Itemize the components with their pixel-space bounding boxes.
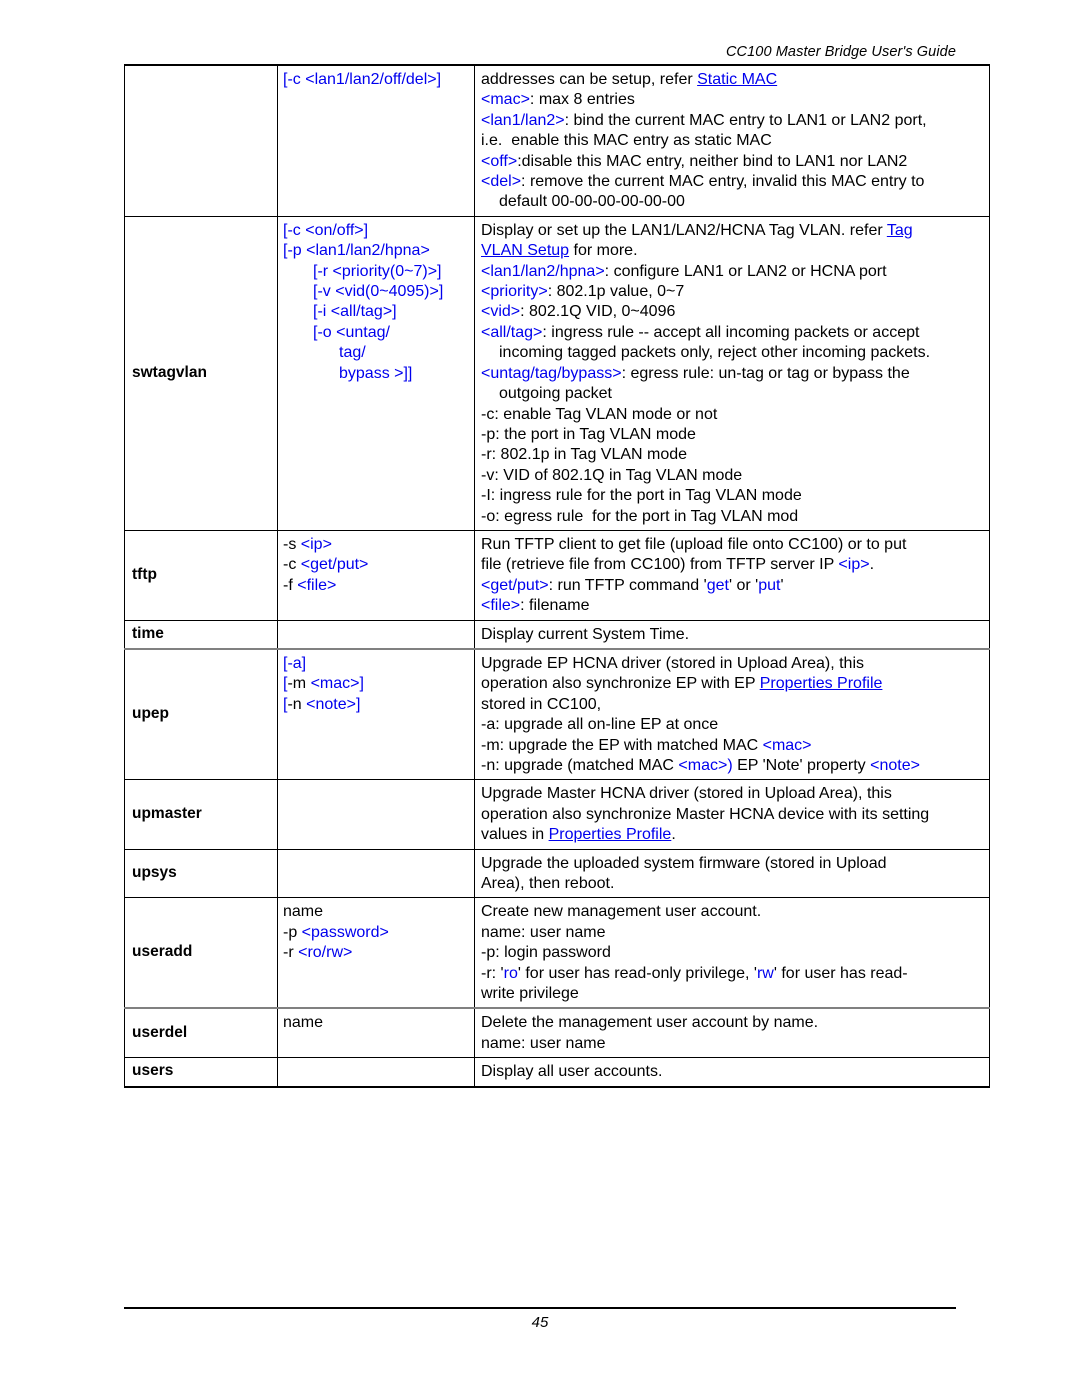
command-syntax-cell: -s <ip> -c <get/put> -f <file> [277,529,475,621]
command-syntax-cell [277,779,475,850]
desc-line: Area), then reboot. [481,875,615,893]
syntax-line: name [283,1014,324,1032]
command-name-cell [124,63,278,217]
command-description-cell: Display or set up the LAN1/LAN2/HCNA Tag… [474,215,990,531]
command-description-cell: Upgrade the uploaded system firmware (st… [474,848,990,899]
command-syntax-cell [277,619,475,650]
link-properties-profile[interactable]: Properties Profile [760,675,883,692]
command-name-cell: upmaster [124,779,278,850]
command-name-cell: tftp [124,529,278,621]
command-name-cell: userdel [124,1007,278,1059]
command-name-cell: upsys [124,848,278,899]
desc-line: Upgrade the uploaded system firmware (st… [481,854,887,872]
command-description-cell: Upgrade Master HCNA driver (stored in Up… [474,779,990,850]
document-page: CC100 Master Bridge User's Guide [-c <la… [0,0,1080,1397]
table-row: userdel name Delete the management user … [124,1007,990,1059]
command-syntax-cell: [-a] [-m <mac>] [-n <note>] [277,647,475,781]
command-description-cell: Delete the management user account by na… [474,1007,990,1059]
table-row: tftp -s <ip> -c <get/put> -f <file> Run … [124,529,990,621]
footer-rule [124,1307,956,1309]
command-syntax-cell [277,848,475,899]
command-name-cell: upep [124,647,278,781]
table-row: time Display current System Time. [124,619,990,650]
desc-line: Delete the management user account by na… [481,1014,819,1032]
command-syntax-cell [277,1057,475,1088]
command-syntax-cell: [-c <lan1/lan2/off/del>] [277,63,475,217]
syntax-line: name [283,903,324,921]
link-tag-vlan-setup[interactable]: Tag [887,222,913,239]
command-syntax-cell: name -p <password> -r <ro/rw> [277,897,475,1009]
link-tag-vlan-setup-cont[interactable]: VLAN Setup [481,242,569,259]
table-row: upep [-a] [-m <mac>] [-n <note>] Upgrade… [124,647,990,781]
cli-command-reference-table: [-c <lan1/lan2/off/del>] addresses can b… [124,63,990,1088]
running-header: CC100 Master Bridge User's Guide [725,44,956,60]
table-row: [-c <lan1/lan2/off/del>] addresses can b… [124,63,990,217]
command-description-cell: Create new management user account. name… [474,897,990,1009]
command-name-cell: useradd [124,897,278,1009]
command-description-cell: Run TFTP client to get file (upload file… [474,529,990,621]
desc-line: name: user name [481,1034,606,1052]
command-description-cell: Upgrade EP HCNA driver (stored in Upload… [474,647,990,781]
table-row: swtagvlan [-c <on/off>] [-p <lan1/lan2/h… [124,215,990,531]
table-row: upsys Upgrade the uploaded system firmwa… [124,848,990,899]
table-row: users Display all user accounts. [124,1057,990,1088]
command-description-cell: addresses can be setup, refer Static MAC… [474,63,990,217]
link-properties-profile[interactable]: Properties Profile [549,826,672,843]
desc-line: Display all user accounts. [481,1063,663,1081]
page-number: 45 [531,1314,549,1331]
command-description-cell: Display all user accounts. [474,1057,990,1088]
command-syntax-cell: [-c <on/off>] [-p <lan1/lan2/hpna> [-r <… [277,215,475,531]
table-row: useradd name -p <password> -r <ro/rw> Cr… [124,897,990,1009]
command-name-cell: swtagvlan [124,215,278,531]
command-name-cell: time [124,619,278,650]
desc-line: Display current System Time. [481,625,690,643]
command-name-cell: users [124,1057,278,1088]
link-static-mac[interactable]: Static MAC [697,71,777,88]
table-row: upmaster Upgrade Master HCNA driver (sto… [124,779,990,850]
command-syntax-cell: name [277,1007,475,1059]
command-description-cell: Display current System Time. [474,619,990,650]
